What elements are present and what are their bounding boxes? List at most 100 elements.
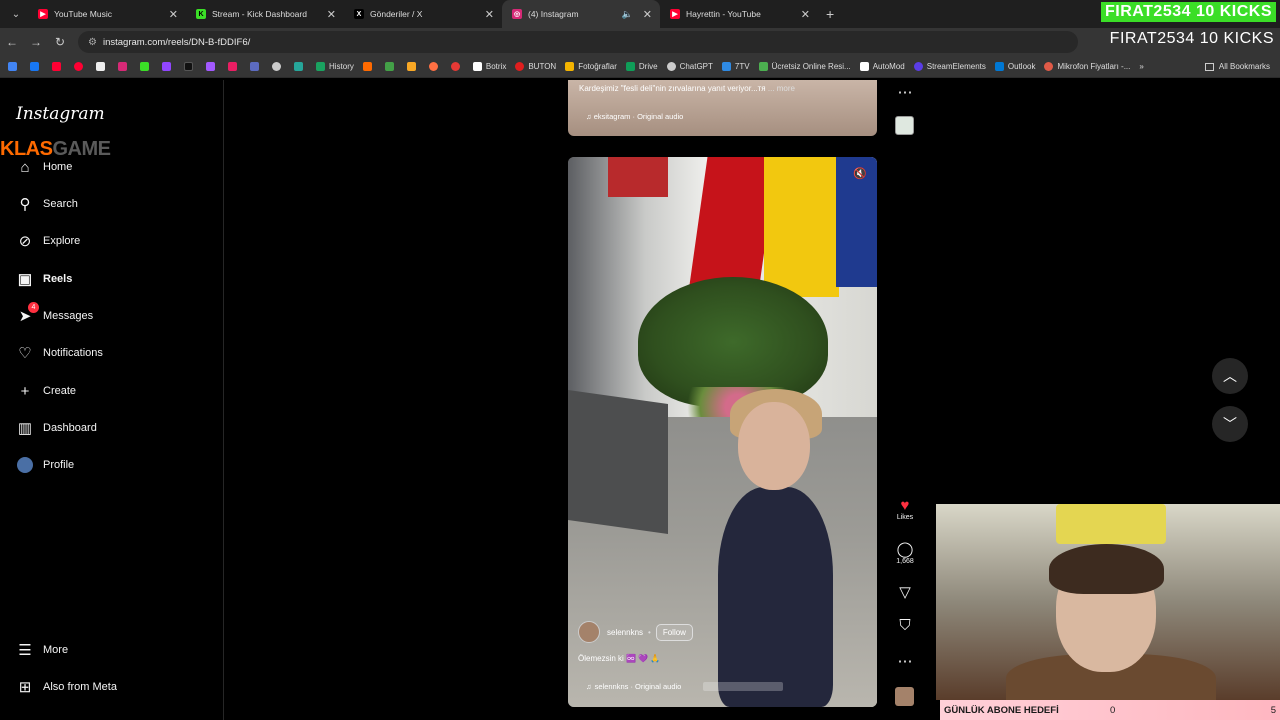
prev-audio-thumbnail[interactable] (895, 116, 914, 135)
tab-youtube[interactable]: ▶ Hayrettin - YouTube ✕ (660, 0, 818, 28)
prev-more-options-icon[interactable]: ⋯ (893, 83, 917, 101)
youtube-music-icon (74, 62, 83, 71)
video-frame (718, 487, 833, 707)
bookmark-twitch[interactable] (162, 62, 175, 71)
home-icon: ⌂ (20, 158, 30, 176)
sidebar-item-notifications[interactable]: ♡ Notifications (16, 344, 103, 362)
sidebar-item-explore[interactable]: ⊘ Explore (16, 232, 81, 250)
bookmark-kick[interactable] (140, 62, 153, 71)
bookmark-outlook[interactable]: Outlook (994, 62, 1035, 71)
back-icon[interactable]: ← (0, 35, 24, 49)
close-icon[interactable]: ✕ (169, 8, 178, 21)
bookmark-mikrofon[interactable]: Mikrofon Fiyatları -... (1044, 62, 1130, 71)
bookmark-resim[interactable]: Ücretsiz Online Resi... (758, 62, 851, 71)
bookmark-music[interactable] (74, 62, 87, 71)
subscriber-goal-bar: GÜNLÜK ABONE HEDEFİ 0 5 (940, 700, 1280, 720)
youtube-icon (52, 62, 61, 71)
close-icon[interactable]: ✕ (801, 8, 810, 21)
share-button[interactable]: ▽ (893, 583, 917, 601)
bookmark-7tv[interactable]: 7TV (721, 62, 750, 71)
sidebar-item-label: Home (43, 161, 73, 173)
bookmark-photos[interactable]: Fotoğraflar (565, 62, 617, 71)
bookmark-chatgpt[interactable]: ChatGPT (666, 62, 713, 71)
webcam-frame (1049, 544, 1164, 594)
bookmark-streamelements[interactable]: StreamElements (913, 62, 986, 71)
sidebar-item-reels[interactable]: ▣ Reels (16, 270, 72, 288)
bookmark-botrix[interactable]: Botrix (472, 62, 506, 71)
bookmark-bot[interactable] (294, 62, 307, 71)
previous-reel-audio[interactable]: ♫ eksitagram · Original audio (586, 112, 683, 121)
tab-x[interactable]: X Gönderiler / X ✕ (344, 0, 502, 28)
close-icon[interactable]: ✕ (643, 8, 652, 21)
bookmark-automod[interactable]: AutoMod (859, 62, 905, 71)
reel-caption[interactable]: Ölemezsin ki ♾️ 💜 🙏 (578, 654, 660, 663)
close-icon[interactable]: ✕ (485, 8, 494, 21)
bookmark-x[interactable] (96, 62, 109, 71)
comment-button[interactable]: ◯ 1,668 (893, 540, 917, 565)
tab-instagram[interactable]: ◎ (4) Instagram 🔈 ✕ (502, 0, 660, 28)
forward-icon[interactable]: → (24, 35, 48, 49)
more-link[interactable]: ... more (768, 84, 795, 93)
audio-label: selennkns · Original audio (594, 682, 682, 691)
instagram-icon: ◎ (512, 9, 522, 19)
sidebar-item-profile[interactable]: Profile (16, 456, 74, 474)
bookmark-k[interactable] (362, 62, 376, 71)
bookmark-drive[interactable]: Drive (625, 62, 658, 71)
sidebar-item-also-from-meta[interactable]: ⊞ Also from Meta (16, 678, 117, 696)
sidebar-item-more[interactable]: ☰ More (16, 641, 68, 659)
bookmark-youtube[interactable] (52, 62, 65, 71)
author-username[interactable]: selennkns (607, 628, 643, 637)
save-button[interactable]: ⛉ (893, 617, 917, 634)
bookmark-fox[interactable] (406, 62, 420, 71)
tab-youtube-music[interactable]: ▶ YouTube Music ✕ (28, 0, 186, 28)
bookmark-obs[interactable] (272, 62, 285, 71)
bookmarks-overflow-icon[interactable]: » (1139, 62, 1143, 71)
previous-reel-button[interactable]: ︿ (1212, 358, 1248, 394)
sidebar-item-dashboard[interactable]: ▥ Dashboard (16, 419, 97, 437)
bookmark-buton[interactable]: BUTON (515, 62, 556, 71)
tab-kick-dashboard[interactable]: K Stream - Kick Dashboard ✕ (186, 0, 344, 28)
author-avatar[interactable] (578, 621, 600, 643)
history-icon (316, 62, 325, 71)
reel-video[interactable]: 🔇 selennkns • Follow Ölemezsin ki ♾️ 💜 🙏… (568, 157, 877, 707)
sidebar-item-home[interactable]: ⌂ Home (16, 158, 72, 176)
sidebar-item-messages[interactable]: ➤ 4 Messages (16, 302, 93, 325)
bookmark-tiktok[interactable] (184, 62, 197, 71)
bookmark-figma[interactable] (206, 62, 219, 71)
tab-search-chevron-icon[interactable]: ⌄ (4, 4, 28, 24)
bookmark-instagram[interactable] (118, 62, 131, 71)
instagram-logo[interactable]: Instagram (16, 104, 105, 124)
bookmark-label: AutoMod (872, 62, 905, 71)
sidebar-item-label: More (43, 644, 69, 656)
bookmark-google[interactable] (8, 62, 21, 71)
all-bookmarks[interactable]: All Bookmarks (1204, 62, 1270, 71)
sidebar-item-search[interactable]: ⚲ Search (16, 195, 78, 213)
sidebar-item-label: Search (43, 198, 78, 210)
close-icon[interactable]: ✕ (327, 8, 336, 21)
new-tab-button[interactable]: + (826, 6, 834, 22)
k-icon (362, 62, 372, 71)
bookmark-facebook[interactable] (30, 62, 43, 71)
tab-label: Hayrettin - YouTube (686, 9, 761, 19)
speaker-icon[interactable]: 🔈 (622, 9, 633, 20)
url-input[interactable]: ⚙ instagram.com/reels/DN-B-fDDIF6/ (78, 31, 1078, 53)
like-button[interactable]: ♥ Likes (893, 497, 917, 521)
bookmark-streamlabs[interactable] (250, 62, 263, 71)
next-reel-button[interactable]: ﹀ (1212, 406, 1248, 442)
instagram-sidebar: Instagram KLASGAME ⌂ Home ⚲ Search ⊘ Explor… (0, 80, 224, 720)
site-info-icon[interactable]: ⚙ (88, 37, 97, 48)
follow-button[interactable]: Follow (655, 623, 693, 641)
mute-icon[interactable]: 🔇 (853, 167, 867, 180)
previous-reel[interactable]: Kardeşimiz "fesli deli"nin zırvalarına y… (568, 80, 877, 136)
more-options-button[interactable]: ⋯ (893, 652, 917, 670)
bookmark-tree[interactable] (384, 62, 398, 71)
bookmark-app[interactable] (228, 62, 241, 71)
bookmark-alert[interactable] (428, 62, 442, 71)
bookmark-history[interactable]: History (316, 62, 354, 71)
reel-audio[interactable]: ♫ selennkns · Original audio (586, 682, 784, 691)
audio-thumbnail[interactable] (895, 687, 914, 706)
sidebar-item-create[interactable]: + Create (16, 382, 76, 400)
bookmark-record[interactable] (450, 62, 464, 71)
previous-reel-caption[interactable]: Kardeşimiz "fesli deli"nin zırvalarına y… (579, 84, 795, 93)
reload-icon[interactable]: ↻ (48, 35, 72, 49)
